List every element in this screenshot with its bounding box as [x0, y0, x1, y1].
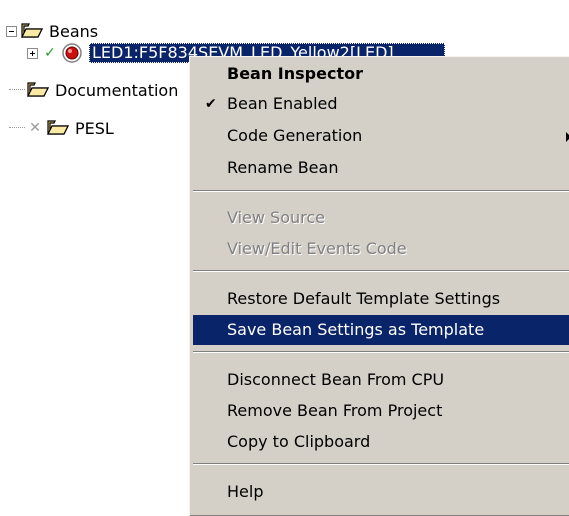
tree-label-documentation: Documentation — [55, 80, 179, 100]
x-icon: ✕ — [29, 120, 41, 136]
collapse-icon[interactable] — [6, 25, 17, 37]
menu-item-view-source[interactable]: View Source — [193, 203, 569, 233]
tree-connector-line — [9, 89, 25, 91]
menu-separator — [193, 463, 569, 465]
menu-item-label: Copy to Clipboard — [227, 432, 371, 451]
menu-item-bean-inspector[interactable]: Bean Inspector — [193, 59, 569, 89]
menu-separator — [193, 190, 569, 192]
menu-item-view-edit-events-code[interactable]: View/Edit Events Code — [193, 234, 569, 264]
expand-icon[interactable] — [27, 47, 38, 59]
menu-item-save-bean-settings-template[interactable]: Save Bean Settings as Template — [193, 315, 569, 345]
menu-item-label: Disconnect Bean From CPU — [227, 370, 445, 389]
menu-separator — [193, 270, 569, 272]
menu-item-label: Code Generation — [227, 126, 363, 145]
menu-item-label: Bean Inspector — [227, 64, 363, 83]
tree-label-beans: Beans — [49, 21, 99, 41]
menu-item-label: Restore Default Template Settings — [227, 289, 501, 308]
menu-item-code-generation[interactable]: Code Generation — [193, 121, 569, 151]
menu-item-copy-to-clipboard[interactable]: Copy to Clipboard — [193, 427, 569, 457]
tree-item-documentation[interactable]: Documentation — [9, 79, 178, 101]
menu-item-label: Save Bean Settings as Template — [227, 320, 485, 339]
tree-item-pesl[interactable]: ✕ PESL — [9, 117, 114, 139]
check-icon: ✔ — [205, 96, 217, 112]
menu-item-bean-enabled[interactable]: ✔ Bean Enabled — [193, 89, 569, 119]
folder-open-icon — [27, 82, 49, 97]
menu-item-label: View/Edit Events Code — [227, 239, 407, 258]
context-menu: Bean Inspector ✔ Bean Enabled Code Gener… — [189, 56, 569, 516]
menu-item-label: Rename Bean — [227, 158, 339, 177]
menu-item-rename-bean[interactable]: Rename Bean — [193, 153, 569, 183]
menu-separator — [193, 351, 569, 353]
menu-item-help[interactable]: Help — [193, 477, 569, 507]
led-bean-icon — [62, 43, 82, 63]
menu-item-remove-bean-from-project[interactable]: Remove Bean From Project — [193, 396, 569, 426]
check-icon: ✓ — [44, 45, 56, 61]
menu-item-label: Remove Bean From Project — [227, 401, 443, 420]
menu-item-restore-default-template[interactable]: Restore Default Template Settings — [193, 284, 569, 314]
folder-open-icon — [47, 120, 69, 135]
menu-item-disconnect-bean-from-cpu[interactable]: Disconnect Bean From CPU — [193, 365, 569, 395]
menu-item-label: View Source — [227, 208, 326, 227]
tree-item-beans[interactable]: Beans — [6, 20, 98, 42]
menu-item-label: Bean Enabled — [227, 94, 338, 113]
folder-open-icon — [21, 23, 43, 38]
tree-connector-line — [9, 127, 25, 129]
tree-label-pesl: PESL — [75, 118, 114, 138]
menu-item-label: Help — [227, 482, 264, 501]
